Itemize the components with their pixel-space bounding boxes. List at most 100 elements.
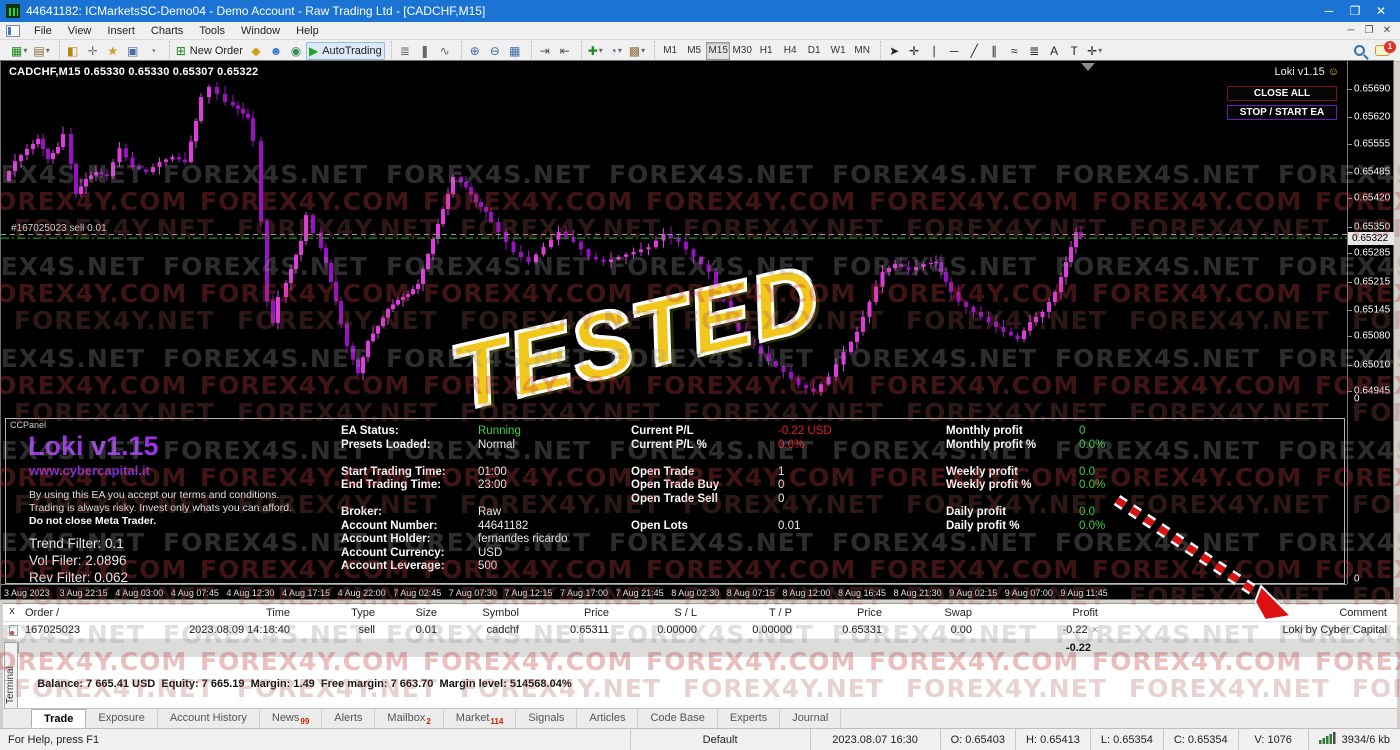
menu-insert[interactable]: Insert xyxy=(99,23,143,39)
order-row[interactable]: 1670250232023.08.09 14:18:40sell0.01cadc… xyxy=(3,622,1397,639)
crosshair-tool[interactable]: ✛ xyxy=(904,42,924,60)
indicators-button[interactable]: ✚▾ xyxy=(585,42,606,60)
dropdown-caret-icon[interactable]: ▾ xyxy=(618,46,622,55)
tab-journal[interactable]: Journal xyxy=(780,709,841,728)
profiles-button[interactable]: ▤▾ xyxy=(30,42,52,60)
tab-trade[interactable]: Trade xyxy=(31,709,86,728)
status-help-text: For Help, press F1 xyxy=(0,734,630,746)
chart-shift-marker[interactable] xyxy=(1081,63,1095,71)
tab-exposure[interactable]: Exposure xyxy=(86,709,157,728)
stop-start-ea-button[interactable]: STOP / START EA xyxy=(1227,105,1337,120)
close-all-button[interactable]: CLOSE ALL xyxy=(1227,86,1337,101)
fibo-levels-tool[interactable]: ≣ xyxy=(1024,42,1044,60)
tab-code-base[interactable]: Code Base xyxy=(638,709,717,728)
tab-experts[interactable]: Experts xyxy=(718,709,780,728)
label-tool[interactable]: T xyxy=(1064,42,1084,60)
dropdown-caret-icon[interactable]: ▾ xyxy=(1098,46,1102,55)
timeframe-m5[interactable]: M5 xyxy=(682,42,706,60)
tab-market[interactable]: Market114 xyxy=(444,709,517,728)
column-header-order[interactable]: Order / xyxy=(3,604,135,622)
zoom-out-button[interactable]: ⊖ xyxy=(485,42,505,60)
candlestick-button[interactable]: ❚ xyxy=(415,42,435,60)
horizontal-line-tool[interactable]: ─ xyxy=(944,42,964,60)
column-header-price[interactable]: Price xyxy=(527,604,617,622)
column-header-size[interactable]: Size xyxy=(383,604,445,622)
dropdown-caret-icon[interactable]: ▾ xyxy=(23,46,27,55)
chat-icon[interactable]: 1 xyxy=(1375,45,1390,56)
zoom-in-button[interactable]: ⊕ xyxy=(465,42,485,60)
tab-alerts[interactable]: Alerts xyxy=(322,709,375,728)
tab-signals[interactable]: Signals xyxy=(516,709,577,728)
periods-button[interactable]: ◔▾ xyxy=(606,42,626,60)
column-header-comment[interactable]: Comment xyxy=(1106,604,1397,622)
data-window-button[interactable]: ✛ xyxy=(83,42,103,60)
bar-chart-button[interactable]: ≣ xyxy=(395,42,415,60)
column-header-price[interactable]: Price xyxy=(800,604,890,622)
tab-account-history[interactable]: Account History xyxy=(158,709,260,728)
column-header-tp[interactable]: T / P xyxy=(705,604,800,622)
tile-windows-button[interactable]: ▦ xyxy=(505,42,525,60)
text-tool[interactable]: A xyxy=(1044,42,1064,60)
dropdown-caret-icon[interactable]: ▾ xyxy=(46,46,50,55)
column-header-swap[interactable]: Swap xyxy=(890,604,980,622)
child-restore-button[interactable]: ❐ xyxy=(1360,25,1378,36)
menu-tools[interactable]: Tools xyxy=(191,23,233,39)
column-header-type[interactable]: Type xyxy=(298,604,383,622)
price-axis[interactable]: 0.656900.656200.655550.654850.654200.653… xyxy=(1347,61,1393,584)
templates-button[interactable]: ▩▾ xyxy=(626,42,648,60)
chart-window[interactable]: CADCHF,M15 0.65330 0.65330 0.65307 0.653… xyxy=(0,60,1394,600)
terminal-header-row[interactable]: Order /TimeTypeSizeSymbolPriceS / LT / P… xyxy=(3,604,1397,622)
trendline-tool[interactable]: ╱ xyxy=(964,42,984,60)
close-button[interactable]: ✕ xyxy=(1368,4,1394,18)
timeframe-m30[interactable]: M30 xyxy=(730,42,754,60)
timeframe-h4[interactable]: H4 xyxy=(778,42,802,60)
news-button[interactable]: ◉ xyxy=(286,42,306,60)
search-icon[interactable] xyxy=(1354,45,1365,56)
ea-url[interactable]: www.cybercapital.it xyxy=(29,463,150,478)
terminal-button[interactable]: ▣ xyxy=(123,42,143,60)
time-axis[interactable]: 3 Aug 20233 Aug 22:154 Aug 03:004 Aug 07… xyxy=(1,584,1347,599)
autotrading-button[interactable]: ▶AutoTrading xyxy=(306,42,385,60)
dropdown-caret-icon[interactable]: ▾ xyxy=(599,46,603,55)
column-header-profit[interactable]: Profit xyxy=(980,604,1106,622)
tab-articles[interactable]: Articles xyxy=(577,709,638,728)
market-watch-button[interactable]: ◧ xyxy=(63,42,83,60)
menu-window[interactable]: Window xyxy=(233,23,288,39)
cursor-tool[interactable]: ➤ xyxy=(884,42,904,60)
timeframe-w1[interactable]: W1 xyxy=(826,42,850,60)
restore-button[interactable]: ❐ xyxy=(1342,4,1368,18)
strategy-tester-button[interactable]: ◔ xyxy=(143,42,163,60)
line-chart-button[interactable]: ∿ xyxy=(435,42,455,60)
fibonacci-tool[interactable]: ≈ xyxy=(1004,42,1024,60)
child-close-button[interactable]: ✕ xyxy=(1378,25,1396,36)
dropdown-caret-icon[interactable]: ▾ xyxy=(641,46,645,55)
menu-view[interactable]: View xyxy=(60,23,100,39)
column-header-time[interactable]: Time xyxy=(135,604,298,622)
menu-file[interactable]: File xyxy=(26,23,60,39)
navigator-button[interactable]: ★ xyxy=(103,42,123,60)
expert-advisors-button[interactable]: ◆ xyxy=(246,42,266,60)
terminal-close-button[interactable]: x xyxy=(6,606,18,618)
close-order-icon[interactable]: × xyxy=(1092,624,1098,636)
new-order-button[interactable]: ⊞New Order xyxy=(173,42,246,60)
auto-scroll-button[interactable]: ⇥ xyxy=(535,42,555,60)
chart-shift-button[interactable]: ⇤ xyxy=(555,42,575,60)
child-minimize-button[interactable]: ─ xyxy=(1342,25,1360,36)
channel-tool[interactable]: ∥ xyxy=(984,42,1004,60)
timeframe-h1[interactable]: H1 xyxy=(754,42,778,60)
timeframe-d1[interactable]: D1 xyxy=(802,42,826,60)
timeframe-mn[interactable]: MN xyxy=(850,42,874,60)
column-header-symbol[interactable]: Symbol xyxy=(445,604,527,622)
tab-mailbox[interactable]: Mailbox2 xyxy=(375,709,443,728)
minimize-button[interactable]: ─ xyxy=(1316,4,1342,18)
metaquotes-id-button[interactable]: ☻ xyxy=(266,42,286,60)
timeframe-m15[interactable]: M15 xyxy=(706,42,730,60)
menu-help[interactable]: Help xyxy=(288,23,327,39)
timeframe-m1[interactable]: M1 xyxy=(658,42,682,60)
new-chart-button[interactable]: ▦▾ xyxy=(8,42,30,60)
tab-news[interactable]: News99 xyxy=(260,709,322,728)
vertical-line-tool[interactable]: ∣ xyxy=(924,42,944,60)
arrows-tool[interactable]: ✛▾ xyxy=(1084,42,1105,60)
column-header-sl[interactable]: S / L xyxy=(617,604,705,622)
menu-charts[interactable]: Charts xyxy=(143,23,191,39)
